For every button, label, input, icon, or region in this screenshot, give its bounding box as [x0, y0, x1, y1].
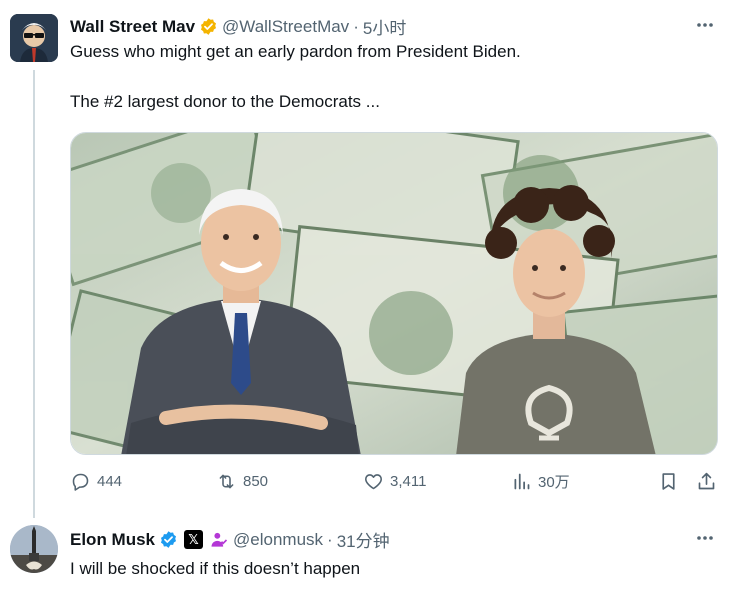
repost-button[interactable]: 850	[216, 471, 268, 492]
reply-count: 444	[97, 473, 123, 490]
affiliate-icon[interactable]	[209, 530, 229, 550]
tweet1-header: Wall Street Mav @WallStreetMav · 5小时	[70, 14, 406, 39]
separator: ·	[353, 16, 359, 36]
tweet2-text: I will be shocked if this doesn’t happen	[70, 559, 361, 578]
share-icon	[698, 472, 715, 490]
timestamp[interactable]: 31分钟	[337, 527, 390, 552]
verified-badge-icon[interactable]	[199, 17, 218, 36]
reply-button[interactable]: 444	[70, 471, 122, 492]
handle[interactable]: @WallStreetMav	[222, 17, 349, 37]
more-icon[interactable]	[694, 527, 716, 549]
verified-badge-icon[interactable]	[159, 530, 178, 549]
tweet1-text-line1: Guess who might get an early pardon from…	[70, 42, 521, 61]
reply-icon	[72, 473, 89, 491]
tweet1-media-image[interactable]	[70, 132, 718, 455]
tweet1-action-bar: 444 850 3,411 30万	[70, 471, 718, 497]
timestamp[interactable]: 5小时	[363, 14, 406, 39]
more-icon[interactable]	[694, 14, 716, 36]
bookmark-icon	[662, 473, 675, 490]
like-button[interactable]: 3,411	[363, 471, 426, 492]
bookmark-button[interactable]	[658, 471, 685, 492]
tweet2-header: Elon Musk 𝕏 @elonmusk · 31分钟	[70, 527, 390, 552]
views-button[interactable]: 30万	[511, 471, 570, 492]
thread-connector	[33, 70, 35, 518]
display-name[interactable]: Elon Musk	[70, 530, 155, 550]
avatar-wallstreetmav[interactable]	[10, 14, 58, 62]
display-name[interactable]: Wall Street Mav	[70, 17, 195, 37]
tweet1-text-line2: The #2 largest donor to the Democrats ..…	[70, 92, 380, 111]
separator: ·	[327, 529, 333, 549]
x-affiliation-badge[interactable]: 𝕏	[184, 530, 204, 549]
handle[interactable]: @elonmusk	[233, 530, 323, 550]
like-icon	[365, 474, 382, 490]
share-button[interactable]	[696, 471, 723, 492]
views-icon	[514, 473, 530, 490]
like-count: 3,411	[390, 473, 427, 490]
avatar-elonmusk[interactable]	[10, 525, 58, 573]
repost-count: 850	[243, 473, 269, 490]
repost-icon	[219, 474, 234, 489]
views-count: 30万	[538, 474, 570, 491]
